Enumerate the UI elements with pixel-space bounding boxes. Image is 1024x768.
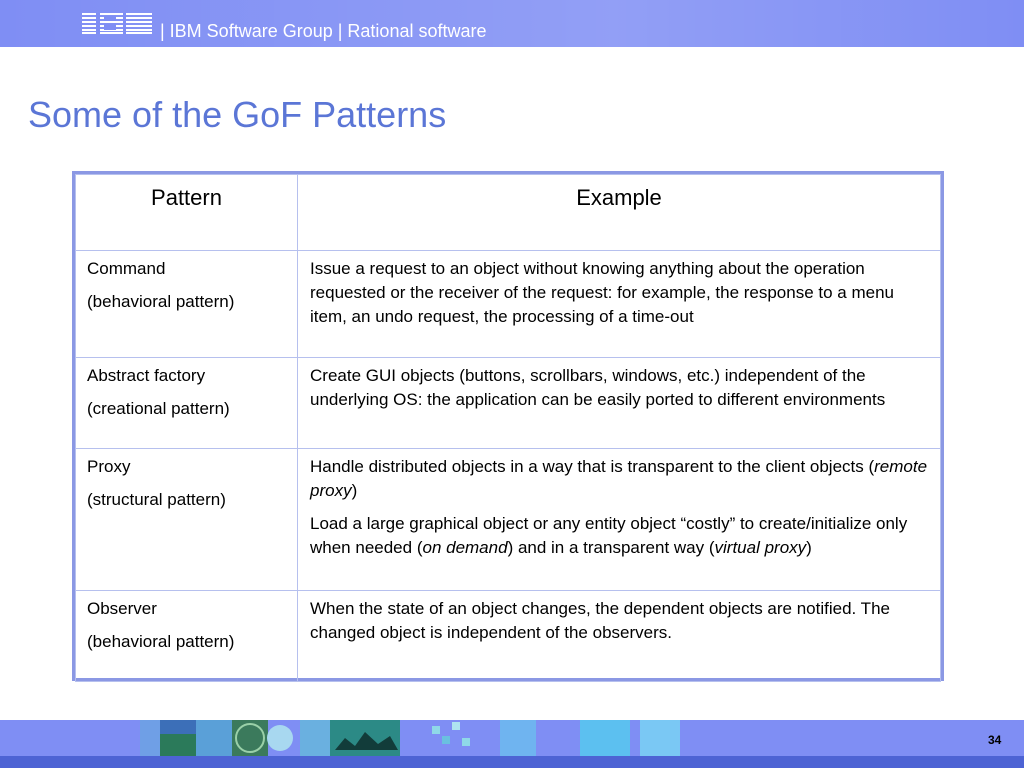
example-text: Issue a request to an object without kno… [310, 259, 895, 326]
example-cell: Create GUI objects (buttons, scrollbars,… [297, 357, 941, 449]
pattern-cell: Command (behavioral pattern) [75, 250, 298, 358]
example-text-part: ) [806, 538, 812, 557]
pattern-category: (behavioral pattern) [87, 632, 235, 651]
table-row: Proxy (structural pattern) Handle distri… [75, 448, 941, 591]
pattern-cell: Proxy (structural pattern) [75, 448, 298, 591]
table-row: Abstract factory (creational pattern) Cr… [75, 357, 941, 449]
table-row: Observer (behavioral pattern) When the s… [75, 590, 941, 682]
header-text: | IBM Software Group | Rational software [160, 21, 487, 41]
pattern-name: Command [87, 259, 166, 278]
page-number: 34 [988, 733, 1002, 747]
pattern-category: (structural pattern) [87, 490, 226, 509]
pattern-cell: Observer (behavioral pattern) [75, 590, 298, 682]
example-cell: When the state of an object changes, the… [297, 590, 941, 682]
pattern-name: Abstract factory [87, 366, 206, 385]
example-text-part: ) and in a transparent way ( [507, 538, 715, 557]
page-title: Some of the GoF Patterns [28, 94, 447, 135]
example-text-part: ) [351, 481, 358, 500]
ibm-logo [82, 13, 152, 34]
pattern-category: (behavioral pattern) [87, 292, 235, 311]
column-header-example: Example [297, 174, 941, 251]
patterns-table: Pattern Example Command (behavioral patt… [72, 171, 944, 682]
example-emphasis: on demand [422, 538, 508, 557]
example-text: When the state of an object changes, the… [310, 599, 890, 642]
column-header-pattern: Pattern [75, 174, 298, 251]
footer-decorative-image [140, 720, 680, 756]
example-text: Create GUI objects (buttons, scrollbars,… [310, 366, 886, 409]
header-shine [0, 0, 1024, 47]
pattern-cell: Abstract factory (creational pattern) [75, 357, 298, 449]
example-cell: Handle distributed objects in a way that… [297, 448, 941, 591]
footer-bottom-band [0, 756, 1024, 768]
example-text-part: Handle distributed objects in a way that… [310, 457, 875, 476]
pattern-category: (creational pattern) [87, 399, 230, 418]
example-emphasis: virtual proxy [714, 538, 807, 557]
example-text: Handle distributed objects in a way that… [310, 455, 928, 503]
pattern-name: Proxy [87, 457, 131, 476]
table-row: Command (behavioral pattern) Issue a req… [75, 250, 941, 358]
header-bar: | IBM Software Group | Rational software [0, 0, 1024, 47]
example-text: Load a large graphical object or any ent… [310, 512, 928, 560]
example-cell: Issue a request to an object without kno… [297, 250, 941, 358]
footer-image-strip [140, 720, 680, 756]
pattern-name: Observer [87, 599, 157, 618]
